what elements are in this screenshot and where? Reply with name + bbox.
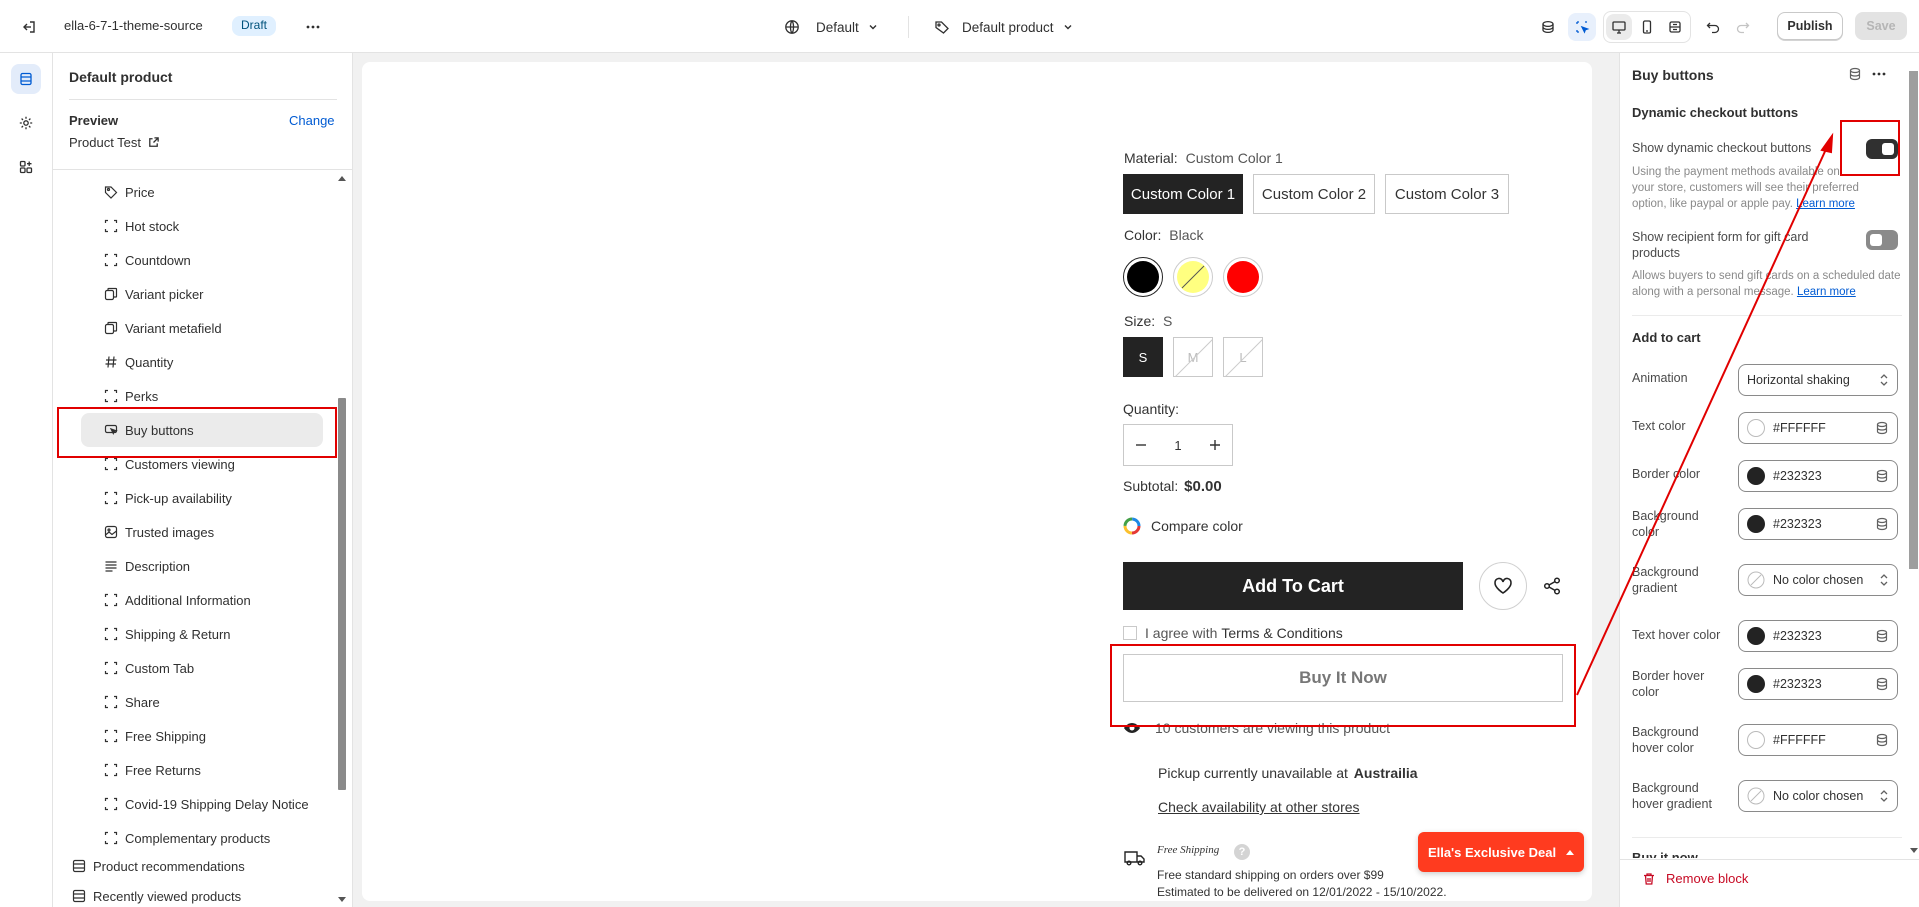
- annotation-arrow: [1576, 132, 1834, 696]
